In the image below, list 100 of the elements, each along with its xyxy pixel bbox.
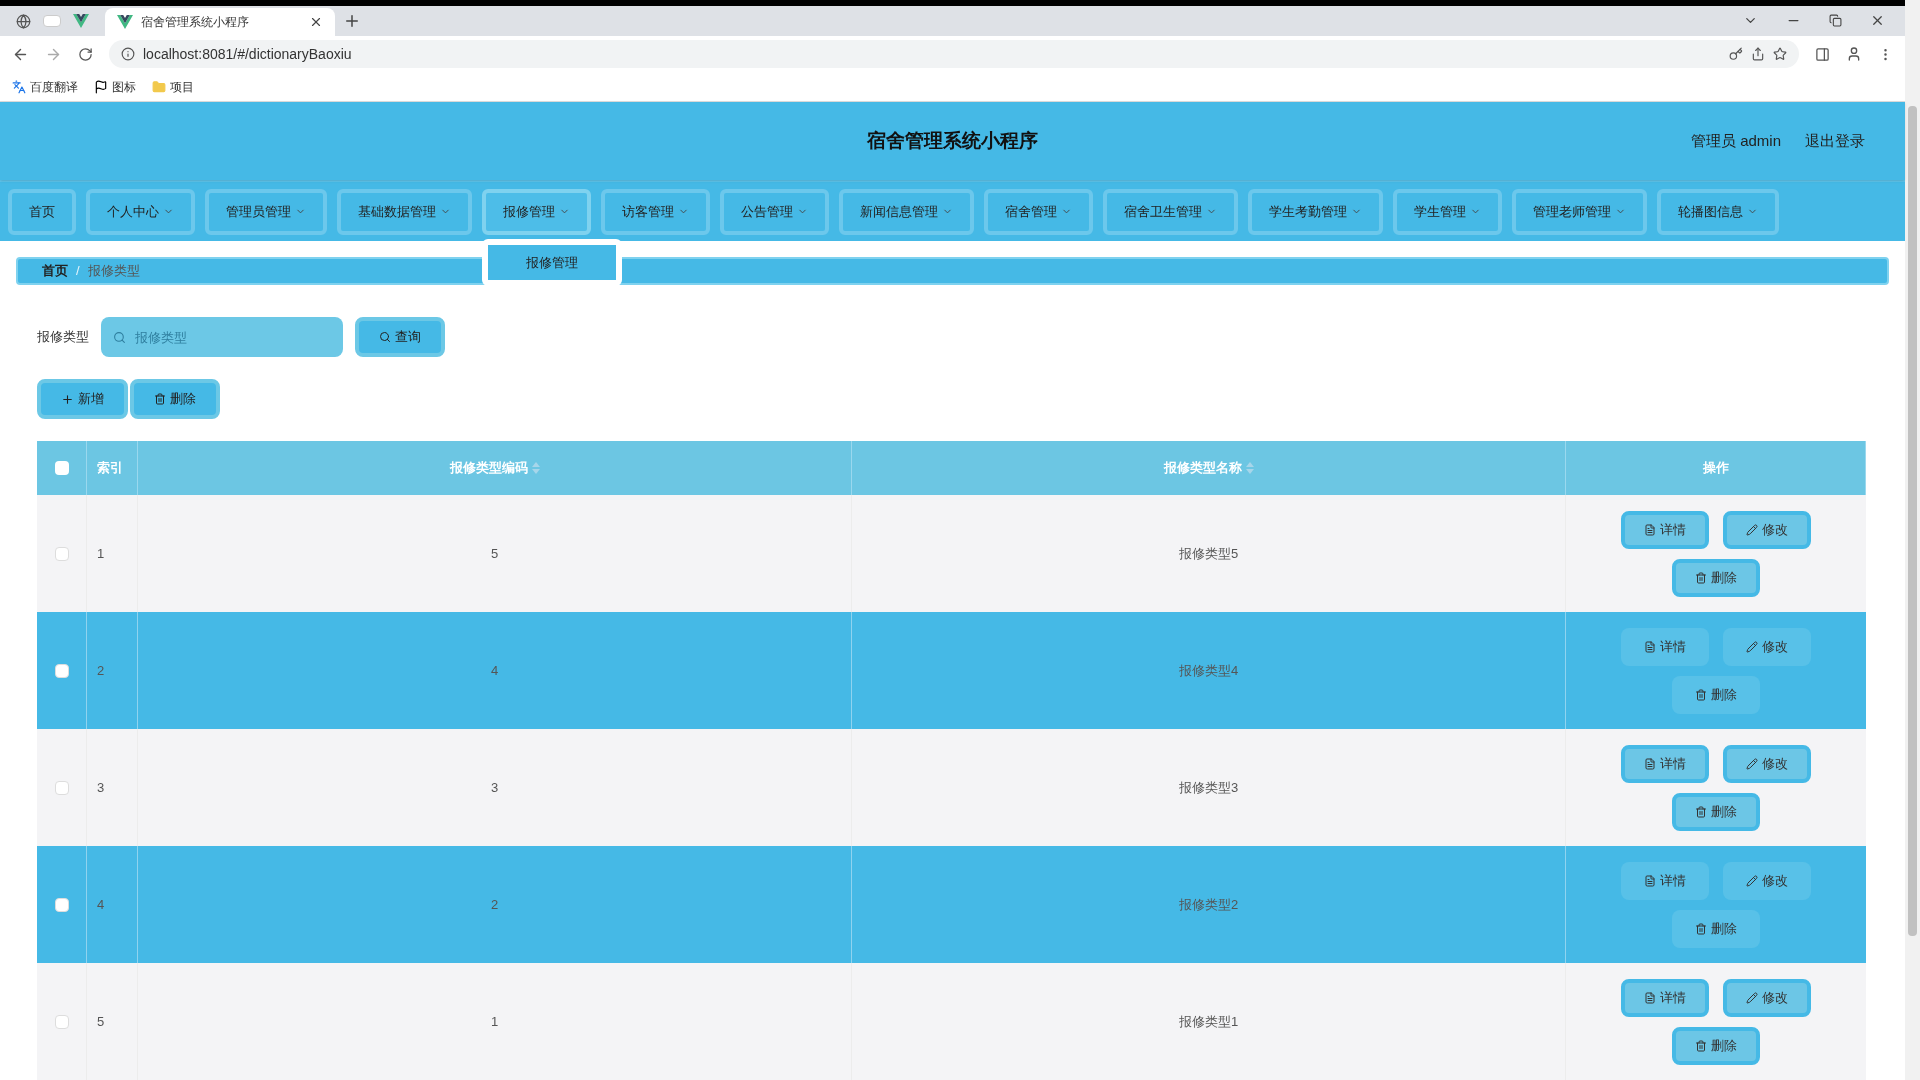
code-cell-text: 4 (490, 661, 499, 680)
index-cell-text: 3 (97, 778, 105, 797)
code-cell-text: 1 (490, 1012, 499, 1031)
breadcrumb-item[interactable]: 首页 (42, 261, 68, 281)
trash-icon (1695, 922, 1707, 935)
logout-link[interactable]: 退出登录 (1805, 129, 1865, 153)
nav-menu-item[interactable]: 首页 (8, 188, 76, 235)
column-header: 报修类型编码 (449, 459, 528, 478)
nav-menu-item[interactable]: 访客管理 (601, 188, 710, 235)
pencil-icon (1746, 523, 1758, 536)
pencil-icon (1746, 874, 1758, 887)
folder-icon (152, 79, 166, 94)
table-row[interactable]: 2 4 报修类型4 详情 修改 删除 (37, 612, 1866, 729)
delete-button[interactable]: 删除 (1672, 558, 1760, 597)
nav-menu-item[interactable]: 轮播图信息 (1657, 188, 1779, 235)
edit-button[interactable]: 修改 (1723, 627, 1811, 666)
nav-menu-item[interactable]: 管理老师管理 (1512, 188, 1647, 235)
close-window-icon[interactable] (1870, 13, 1885, 28)
search-icon (379, 331, 391, 343)
close-icon[interactable] (309, 15, 323, 29)
trash-icon (154, 393, 166, 405)
document-icon (1644, 991, 1656, 1004)
search-field[interactable]: 报修类型 (101, 317, 343, 357)
query-button[interactable]: 查询 (355, 317, 445, 357)
edit-button[interactable]: 修改 (1723, 510, 1811, 549)
index-cell-text: 4 (97, 895, 105, 914)
row-checkbox[interactable] (54, 663, 69, 678)
vue-tab-icon (73, 14, 89, 28)
nav-menu-item[interactable]: 个人中心 (86, 188, 195, 235)
translate-icon (12, 79, 26, 94)
edit-button[interactable]: 修改 (1723, 861, 1811, 900)
address-bar[interactable]: localhost:8081/#/dictionaryBaoxiu (109, 40, 1799, 68)
pencil-icon (1746, 640, 1758, 653)
side-panel-icon[interactable] (1815, 46, 1830, 62)
breadcrumb-separator: / (76, 262, 80, 281)
document-icon (1644, 757, 1656, 770)
nav-menu-item[interactable]: 报修管理 (482, 188, 591, 235)
star-icon[interactable] (1773, 47, 1787, 61)
index-cell-text: 5 (97, 1012, 105, 1031)
bookmark[interactable]: 图标 (94, 77, 136, 96)
pencil-icon (1746, 991, 1758, 1004)
key-icon[interactable] (1729, 47, 1743, 61)
profile-icon[interactable] (1846, 46, 1862, 62)
row-checkbox[interactable] (54, 546, 69, 561)
header-checkbox[interactable] (54, 461, 69, 475)
detail-button[interactable]: 详情 (1621, 627, 1709, 666)
flag-icon (94, 79, 108, 94)
detail-button[interactable]: 详情 (1621, 510, 1709, 549)
search-icon (113, 330, 126, 344)
new-tab-icon[interactable] (343, 12, 361, 30)
nav-menu-item[interactable]: 新闻信息管理 (839, 188, 974, 235)
delete-button[interactable]: 删除 (130, 379, 220, 419)
nav-menu-item[interactable]: 宿舍管理 (984, 188, 1093, 235)
browser-tab[interactable]: 宿舍管理系统小程序 (105, 8, 335, 36)
detail-button[interactable]: 详情 (1621, 861, 1709, 900)
delete-button[interactable]: 删除 (1672, 1026, 1760, 1065)
column-header: 报修类型名称 (1163, 459, 1242, 478)
edit-button[interactable]: 修改 (1723, 744, 1811, 783)
search-label: 报修类型 (37, 328, 89, 347)
share-icon[interactable] (1751, 47, 1765, 61)
table-row[interactable]: 4 2 报修类型2 详情 修改 删除 (37, 846, 1866, 963)
name-cell-text: 报修类型3 (1178, 778, 1239, 797)
nav-menu-item[interactable]: 基础数据管理 (337, 188, 472, 235)
name-cell-text: 报修类型5 (1178, 544, 1239, 563)
scrollbar-thumb[interactable] (1908, 106, 1917, 936)
table-row[interactable]: 3 3 报修类型3 详情 修改 删除 (37, 729, 1866, 846)
trash-icon (1695, 571, 1707, 584)
plus-icon (61, 392, 74, 406)
table-row[interactable]: 1 5 报修类型5 详情 修改 删除 (37, 495, 1866, 612)
nav-menu-item[interactable]: 学生管理 (1393, 188, 1502, 235)
delete-button[interactable]: 删除 (1672, 909, 1760, 948)
globe-icon[interactable] (16, 13, 31, 29)
restore-icon[interactable] (1829, 14, 1842, 27)
bookmark[interactable]: 百度翻译 (12, 77, 78, 96)
edit-button[interactable]: 修改 (1723, 978, 1811, 1017)
detail-button[interactable]: 详情 (1621, 978, 1709, 1017)
delete-button[interactable]: 删除 (1672, 675, 1760, 714)
nav-menu-item[interactable]: 宿舍卫生管理 (1103, 188, 1238, 235)
name-cell-text: 报修类型2 (1178, 895, 1239, 914)
reload-icon[interactable] (78, 46, 93, 62)
trash-icon (1695, 1039, 1707, 1052)
row-checkbox[interactable] (54, 1014, 69, 1029)
row-checkbox[interactable] (54, 780, 69, 795)
info-icon (121, 47, 135, 61)
index-cell-text: 2 (97, 661, 105, 680)
nav-menu-item[interactable]: 管理员管理 (205, 188, 327, 235)
vue-icon (117, 15, 133, 29)
index-cell-text: 1 (97, 544, 105, 563)
trash-icon (1695, 805, 1707, 818)
dropdown-item[interactable]: 报修管理 (488, 244, 616, 281)
name-cell-text: 报修类型4 (1178, 661, 1239, 680)
document-icon (1644, 523, 1656, 536)
table-row[interactable]: 5 1 报修类型1 详情 修改 删除 (37, 963, 1866, 1080)
row-checkbox[interactable] (54, 897, 69, 912)
delete-button[interactable]: 删除 (1672, 792, 1760, 831)
nav-menu-item[interactable]: 学生考勤管理 (1248, 188, 1383, 235)
detail-button[interactable]: 详情 (1621, 744, 1709, 783)
add-button[interactable]: 新增 (37, 379, 128, 419)
nav-menu-item[interactable]: 公告管理 (720, 188, 829, 235)
bookmark[interactable]: 项目 (152, 77, 194, 96)
